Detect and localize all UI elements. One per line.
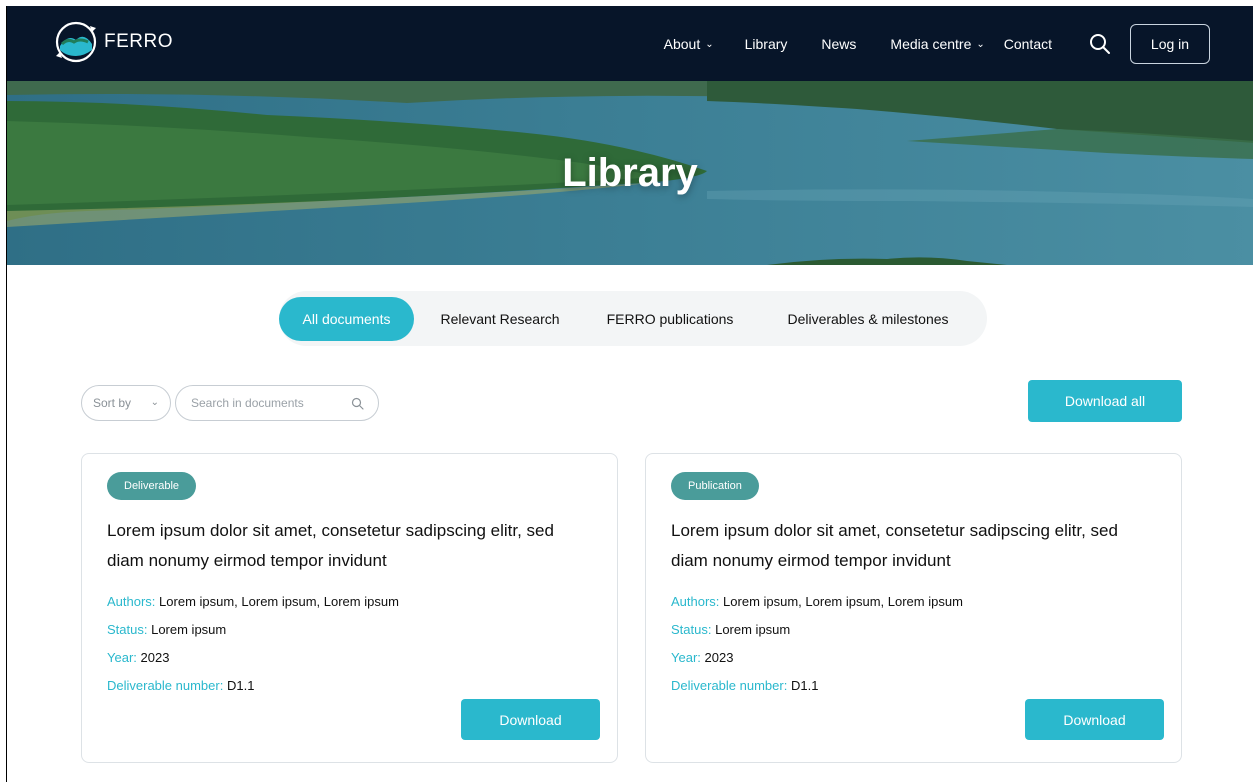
nav-item-news[interactable]: News [821,36,856,52]
year-value: 2023 [704,650,734,665]
sort-label: Sort by [93,396,132,410]
authors-key: Authors: [107,594,156,609]
document-card: Publication Lorem ipsum dolor sit amet, … [645,453,1182,763]
tab-relevant-research[interactable]: Relevant Research [414,297,586,341]
chevron-down-icon: ⌄ [976,39,985,50]
tab-ferro-publications[interactable]: FERRO publications [586,297,754,341]
sort-dropdown[interactable]: Sort by ⌄ [81,385,171,421]
nav-item-library[interactable]: Library [745,36,788,52]
search-icon[interactable] [351,397,364,410]
tab-deliverables-milestones[interactable]: Deliverables & milestones [754,297,982,341]
document-tabs: All documents Relevant Research FERRO pu… [279,291,987,346]
nav-item-label: Contact [1003,35,1052,52]
nav-item-media-centre[interactable]: Media centre ⌄ [890,36,984,52]
ferro-logo-icon [55,21,97,63]
document-authors: Authors: Lorem ipsum, Lorem ipsum, Lorem… [671,594,963,609]
status-value: Lorem ipsum [715,622,791,637]
document-title: Lorem ipsum dolor sit amet, consetetur s… [671,521,1118,570]
year-key: Year: [107,650,137,665]
download-button[interactable]: Download [461,699,600,740]
nav-item-label: About [663,35,701,52]
status-value: Lorem ipsum [151,622,227,637]
year-value: 2023 [140,650,170,665]
chevron-down-icon: ⌄ [150,397,159,408]
document-year: Year: 2023 [107,650,169,665]
brand-logo[interactable]: FERRO [54,20,173,64]
year-key: Year: [671,650,701,665]
authors-value: Lorem ipsum, Lorem ipsum, Lorem ipsum [159,594,399,609]
brand-name: FERRO [104,31,173,52]
download-button[interactable]: Download [1025,699,1164,740]
top-navigation-bar: FERRO About ⌄ Library News Media centre … [7,6,1253,81]
deliverable-number: Deliverable number: D1.1 [671,678,818,693]
authors-value: Lorem ipsum, Lorem ipsum, Lorem ipsum [723,594,963,609]
document-authors: Authors: Lorem ipsum, Lorem ipsum, Lorem… [107,594,399,609]
deliverable-number: Deliverable number: D1.1 [107,678,254,693]
hero-banner: Library [7,81,1253,265]
document-title: Lorem ipsum dolor sit amet, consetetur s… [107,521,554,570]
document-type-badge: Deliverable [107,472,197,500]
document-year: Year: 2023 [671,650,733,665]
nav-item-contact[interactable]: Contact [1004,36,1052,52]
document-type-badge: Publication [671,472,759,500]
download-all-button[interactable]: Download all [1028,380,1182,422]
page-title: Library [562,151,698,195]
tab-all-documents[interactable]: All documents [279,296,414,341]
authors-key: Authors: [671,594,720,609]
search-icon[interactable] [1088,32,1112,56]
document-search [175,385,379,421]
page-frame: FERRO About ⌄ Library News Media centre … [6,6,1253,782]
status-key: Status: [107,622,148,637]
main-nav: About ⌄ Library News Media centre ⌄ Cont… [664,6,1253,81]
number-key: Deliverable number: [107,678,224,693]
nav-item-label: News [821,35,857,52]
number-value: D1.1 [790,678,819,693]
nav-item-about[interactable]: About ⌄ [664,36,714,52]
number-value: D1.1 [226,678,255,693]
nav-item-label: Media centre [890,35,972,52]
document-status: Status: Lorem ipsum [107,622,226,637]
login-button[interactable]: Log in [1130,23,1210,64]
number-key: Deliverable number: [671,678,788,693]
chevron-down-icon: ⌄ [705,39,714,50]
document-status: Status: Lorem ipsum [671,622,790,637]
nav-item-label: Library [744,35,788,52]
search-input[interactable] [176,396,336,410]
document-card: Deliverable Lorem ipsum dolor sit amet, … [81,453,618,763]
status-key: Status: [671,622,712,637]
